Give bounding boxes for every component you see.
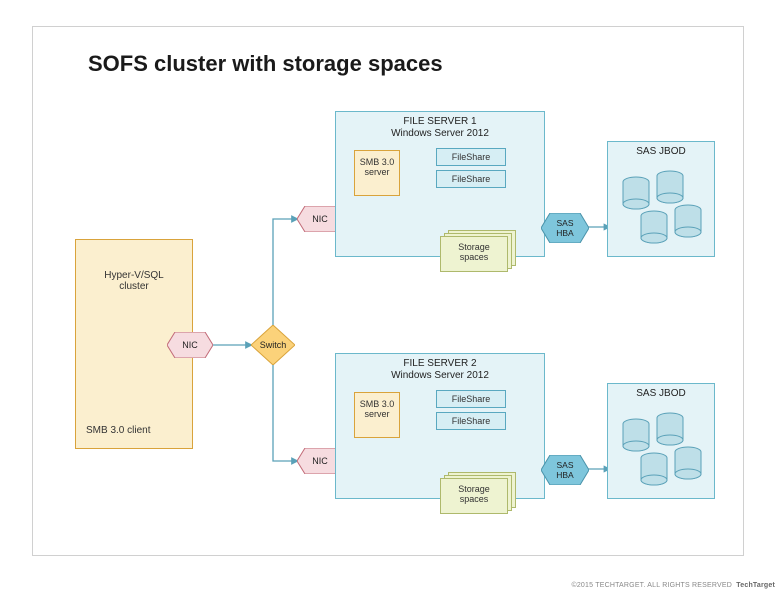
brand-label: TechTarget [736, 582, 775, 589]
jbod-2-label: SAS JBOD [608, 384, 714, 400]
server1-header: FILE SERVER 1 Windows Server 2012 [336, 112, 544, 140]
file-server-1: FILE SERVER 1 Windows Server 2012 SMB 3.… [335, 111, 545, 257]
sas-hba-2: SAS HBA [541, 455, 589, 485]
fileshare-1b: FileShare [436, 170, 506, 188]
storage-spaces-2: Storage spaces [440, 478, 520, 518]
nic-client-hex: NIC [167, 332, 213, 358]
fileshare-2b: FileShare [436, 412, 506, 430]
jbod-2: SAS JBOD [607, 383, 715, 499]
server2-header: FILE SERVER 2 Windows Server 2012 [336, 354, 544, 382]
footer: ©2015 TECHTARGET. ALL RIGHTS RESERVED Te… [571, 582, 775, 589]
storage-spaces-1: Storage spaces [440, 236, 520, 276]
database-icon [608, 404, 716, 496]
jbod-1-label: SAS JBOD [608, 142, 714, 158]
switch-diamond: Switch [251, 325, 295, 365]
smb-box-1: SMB 3.0 server [354, 150, 400, 196]
sas-hba-1: SAS HBA [541, 213, 589, 243]
fileshare-2a: FileShare [436, 390, 506, 408]
client-bottom-label: SMB 3.0 client [86, 425, 150, 436]
file-server-2: FILE SERVER 2 Windows Server 2012 SMB 3.… [335, 353, 545, 499]
smb-box-2: SMB 3.0 server [354, 392, 400, 438]
jbod-1: SAS JBOD [607, 141, 715, 257]
client-label: Hyper-V/SQL cluster [76, 262, 192, 300]
fileshare-1a: FileShare [436, 148, 506, 166]
database-icon [608, 162, 716, 254]
diagram-frame: SOFS cluster with storage spaces [32, 26, 744, 556]
